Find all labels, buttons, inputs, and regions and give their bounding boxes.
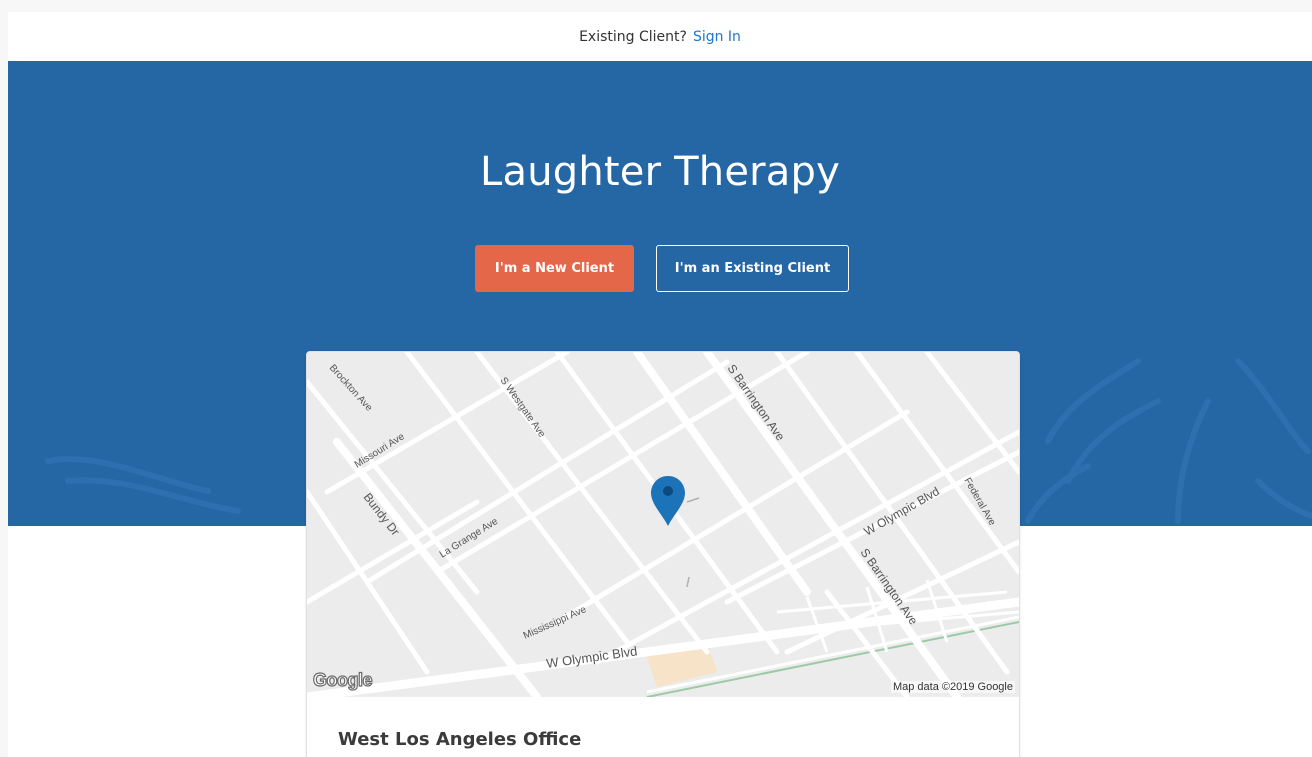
existing-client-button[interactable]: I'm an Existing Client [656,245,849,292]
new-client-button[interactable]: I'm a New Client [475,245,634,292]
map-credit: Map data ©2019 Google [890,681,1015,693]
sign-in-link[interactable]: Sign In [693,29,741,45]
location-card: Brockton Ave Missouri Ave S Westgate Ave… [306,351,1020,757]
top-bar: Existing Client? Sign In [8,12,1312,61]
page-title: Laughter Therapy [480,149,840,195]
page: Existing Client? Sign In Laughter Therap… [8,12,1312,757]
google-logo: Google [312,669,373,690]
map[interactable]: Brockton Ave Missouri Ave S Westgate Ave… [307,352,1019,697]
office-name: West Los Angeles Office [338,729,582,750]
existing-client-prompt: Existing Client? [579,28,687,45]
map-streets: Brockton Ave Missouri Ave S Westgate Ave… [307,352,1019,697]
